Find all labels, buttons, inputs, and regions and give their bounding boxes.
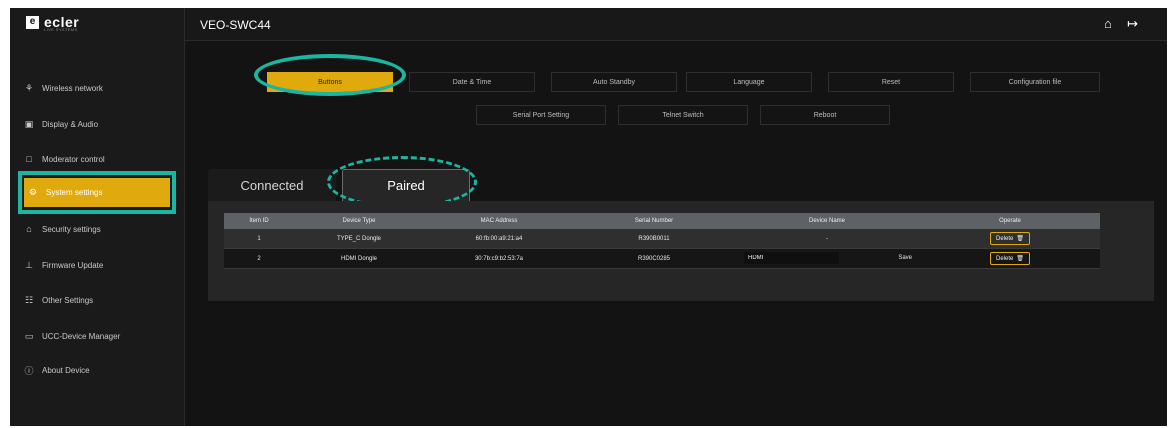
sidebar-item-firmware-update[interactable]: ⊥ Firmware Update	[24, 253, 174, 277]
device-name-input[interactable]	[744, 252, 839, 264]
device-name-cell: Save	[734, 248, 920, 269]
column-header-operate: Operate	[920, 213, 1100, 229]
ecler-logo: e ecler LIVE SYSTEMS	[26, 14, 79, 32]
sidebar-item-about-device[interactable]: ⓘ About Device	[24, 358, 174, 382]
delete-label: Delete	[996, 255, 1014, 262]
info-icon: ⓘ	[24, 365, 34, 376]
sidebar-item-label: UCC-Device Manager	[42, 331, 121, 341]
sidebar-item-label: System settings	[46, 188, 103, 197]
column-header-mac-address: MAC Address	[424, 213, 574, 229]
sidebar-item-label: Moderator control	[42, 154, 105, 164]
column-header-item-id: Item ID	[224, 213, 294, 229]
device-manager-icon: ▭	[24, 330, 34, 341]
trash-icon: 🗑︎	[1016, 236, 1024, 242]
paired-devices-table: Item ID Device Type MAC Address Serial N…	[224, 213, 1100, 269]
tab-auto-standby[interactable]: Auto Standby	[551, 72, 677, 92]
item-id-cell: 2	[224, 248, 294, 269]
page-title: VEO-SWC44	[200, 18, 271, 32]
logo-tagline: LIVE SYSTEMS	[44, 27, 78, 32]
delete-button[interactable]: Delete 🗑︎	[990, 252, 1030, 265]
operate-cell: Delete 🗑︎	[920, 248, 1100, 269]
sidebar-item-wireless-network[interactable]: ⚘ Wireless network	[24, 76, 174, 100]
home-icon[interactable]: ⌂	[1104, 16, 1112, 31]
sidebar-item-other-settings[interactable]: ☷ Other Settings	[24, 288, 174, 312]
upload-icon: ⊥	[25, 259, 33, 270]
tab-serial-port-setting[interactable]: Serial Port Setting	[476, 105, 606, 125]
delete-button[interactable]: Delete 🗑︎	[990, 232, 1030, 245]
paired-devices-panel: Item ID Device Type MAC Address Serial N…	[208, 201, 1154, 301]
sidebar: e ecler LIVE SYSTEMS ⚘ Wireless network …	[10, 8, 185, 426]
serial-number-cell: R390C0285	[574, 248, 734, 269]
sidebar-item-label: Security settings	[42, 224, 101, 234]
tab-buttons[interactable]: Buttons	[267, 72, 393, 92]
tab-connected[interactable]: Connected	[208, 169, 336, 201]
item-id-cell: 1	[224, 229, 294, 249]
tab-reset[interactable]: Reset	[828, 72, 954, 92]
sliders-icon: ☷	[24, 294, 34, 305]
table-header-row: Item ID Device Type MAC Address Serial N…	[224, 213, 1100, 229]
sidebar-item-moderator-control[interactable]: □ Moderator control	[24, 147, 174, 171]
tab-reboot[interactable]: Reboot	[760, 105, 890, 125]
sidebar-item-label: Other Settings	[42, 295, 94, 305]
table-row: 1 TYPE_C Dongle 60:fb:00:a9:21:a4 R390B0…	[224, 229, 1100, 249]
mac-address-cell: 60:fb:00:a9:21:a4	[424, 229, 574, 249]
column-header-device-name: Device Name	[734, 213, 920, 229]
save-button[interactable]: Save	[898, 255, 912, 261]
device-name-cell: -	[734, 229, 920, 249]
sidebar-item-label: About Device	[42, 365, 90, 375]
serial-number-cell: R390B0011	[574, 229, 734, 249]
sidebar-item-display-audio[interactable]: ▣ Display & Audio	[24, 112, 174, 136]
column-header-device-type: Device Type	[294, 213, 424, 229]
sidebar-item-label: Firmware Update	[42, 260, 104, 270]
tab-telnet-switch[interactable]: Telnet Switch	[618, 105, 748, 125]
operate-cell: Delete 🗑︎	[920, 229, 1100, 249]
sidebar-item-ucc-device-manager[interactable]: ▭ UCC-Device Manager	[24, 324, 174, 348]
column-header-serial-number: Serial Number	[574, 213, 734, 229]
table-row: 2 HDMI Dongle 30:7b:c9:b2:53:7a R390C028…	[224, 248, 1100, 269]
sidebar-item-security-settings[interactable]: ⌂ Security settings	[24, 217, 174, 241]
mac-address-cell: 30:7b:c9:b2:53:7a	[424, 248, 574, 269]
sidebar-item-label: Display & Audio	[42, 119, 99, 129]
header-bar: VEO-SWC44 ⌂ ↦	[185, 8, 1167, 41]
tab-date-time[interactable]: Date & Time	[409, 72, 535, 92]
device-type-cell: HDMI Dongle	[294, 248, 424, 269]
device-type-cell: TYPE_C Dongle	[294, 229, 424, 249]
sidebar-item-system-settings[interactable]: ⚙ System settings	[18, 171, 176, 214]
trash-icon: 🗑︎	[1016, 256, 1024, 262]
moderator-icon: □	[26, 154, 32, 164]
tab-paired[interactable]: Paired	[342, 169, 470, 201]
delete-label: Delete	[996, 235, 1014, 242]
wireless-icon: ⚘	[24, 82, 34, 93]
logout-icon[interactable]: ↦	[1127, 16, 1138, 32]
logo-mark-icon: e	[26, 15, 39, 29]
app-window: e ecler LIVE SYSTEMS ⚘ Wireless network …	[10, 8, 1167, 426]
tab-language[interactable]: Language	[686, 72, 812, 92]
gear-icon: ⚙	[28, 187, 38, 197]
lock-icon: ⌂	[26, 224, 32, 234]
sidebar-item-label: Wireless network	[42, 83, 103, 93]
display-icon: ▣	[24, 118, 34, 129]
tab-configuration-file[interactable]: Configuration file	[970, 72, 1100, 92]
